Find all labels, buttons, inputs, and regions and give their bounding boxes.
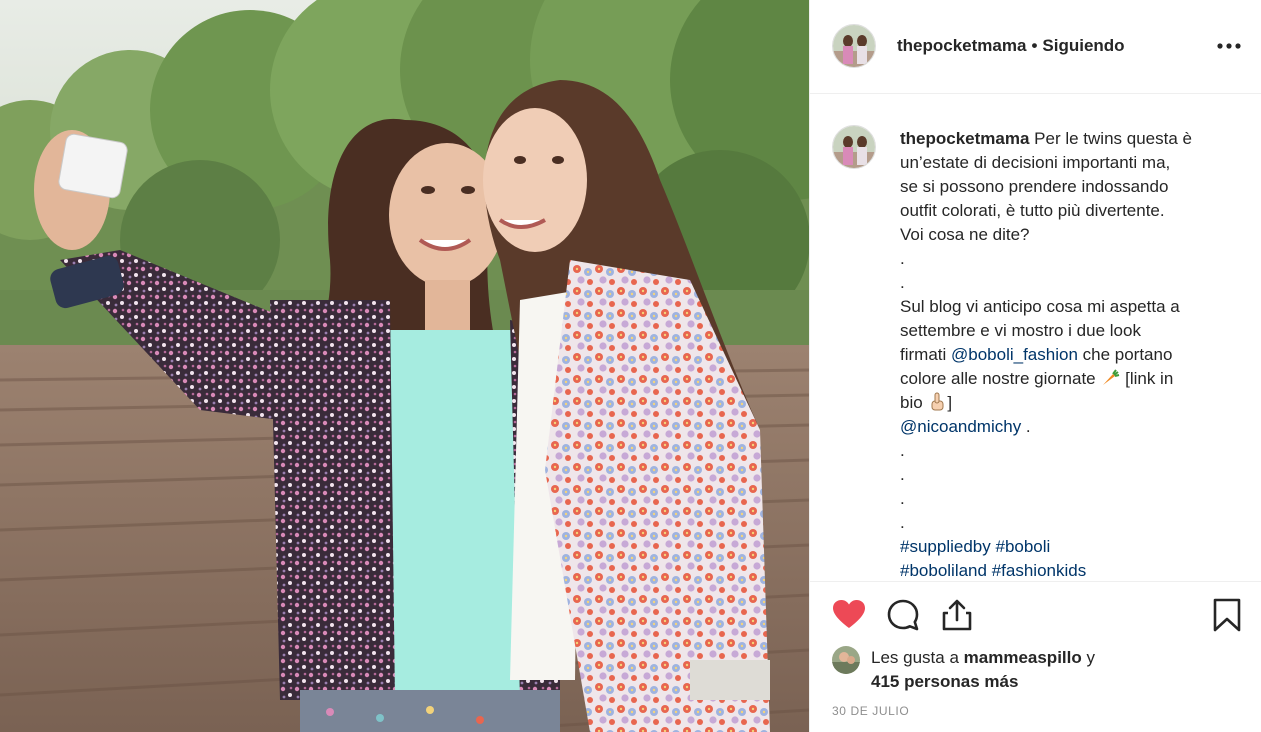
caption-line: un’estate di decisioni importanti ma, [900,153,1171,172]
action-bar [810,582,1261,642]
header-username[interactable]: thepocketmama [897,36,1026,55]
likes-summary: Les gusta a mammeaspillo y 415 personas … [832,644,1252,696]
hashtag-line: #boboliland #fashionkids [900,559,1235,581]
caption-line: Sul blog vi anticipo cosa mi aspetta a [900,297,1180,316]
header-text: thepocketmama • Siguiendo [897,36,1125,56]
caption-text: [link in [1125,369,1174,388]
more-options-icon[interactable] [1216,35,1242,57]
caption-avatar[interactable] [832,125,876,169]
carrot-emoji-icon [1103,369,1120,385]
likes-prefix: Les gusta a [871,648,959,667]
hashtag-fashionkids[interactable]: #fashionkids [992,561,1087,580]
likes-line: Les gusta a mammeaspillo y [871,646,1095,670]
caption-line: se si possono prendere indossando [900,177,1169,196]
caption-line: outfit colorati, è tutto più divertente. [900,201,1165,220]
comment-icon[interactable] [886,598,920,632]
caption-text: ] [947,393,953,412]
comments-area[interactable]: thepocketmama Per le twins questa è un’e… [810,94,1261,582]
hashtag-boboli[interactable]: #boboli [995,537,1050,556]
caption-line: bio ] [900,391,1235,415]
caption-line: firmati @boboli_fashion che portano [900,343,1235,367]
caption-line: . [900,249,905,268]
liker-avatar[interactable] [832,646,860,674]
hashtag-suppliedby[interactable]: #suppliedby [900,537,991,556]
post-photo[interactable] [0,0,809,732]
caption-line: . [900,489,905,508]
caption-line: settembre e vi mostro i due look [900,321,1141,340]
caption-text: colore alle nostre giornate [900,369,1096,388]
selfie-photo-illustration [0,0,809,732]
caption-line: Voi cosa ne dite? [900,225,1030,244]
profile-avatar[interactable] [832,24,876,68]
likes-conjunction: y [1086,648,1095,667]
caption-line: . [900,441,905,460]
caption-line: . [900,273,905,292]
post-header: thepocketmama • Siguiendo [810,0,1261,94]
liker-username[interactable]: mammeaspillo [964,648,1082,667]
caption-text: firmati [900,345,951,364]
header-separator: • [1031,36,1038,55]
caption-text: Per le twins questa è [1034,129,1192,148]
likes-others[interactable]: 415 personas más [871,670,1018,694]
following-button[interactable]: Siguiendo [1042,36,1124,55]
caption-text: bio [900,393,923,412]
mention-nicoandmichy[interactable]: @nicoandmichy [900,417,1021,436]
caption-line: colore alle nostre giornate [link in [900,367,1235,391]
post-caption: thepocketmama Per le twins questa è un’e… [900,127,1235,581]
hashtag-boboliland[interactable]: #boboliland [900,561,987,580]
caption-line: . [900,465,905,484]
share-icon[interactable] [940,598,974,632]
avatar-image [833,25,875,67]
instagram-post: thepocketmama • Siguiendo thepocketmama … [0,0,1261,732]
avatar-image [833,126,875,168]
caption-username[interactable]: thepocketmama [900,129,1029,148]
pointing-up-emoji-icon [931,392,944,411]
caption-line: . [900,513,905,532]
mention-boboli-fashion[interactable]: @boboli_fashion [951,345,1078,364]
post-date[interactable]: 30 DE JULIO [832,704,909,718]
caption-text: . [1021,417,1031,436]
post-side-panel: thepocketmama • Siguiendo thepocketmama … [809,0,1261,732]
liker-avatar-image [832,646,860,674]
caption-line: @nicoandmichy . [900,415,1235,439]
caption-text: che portano [1077,345,1173,364]
hashtag-line: #suppliedby #boboli [900,535,1235,559]
bookmark-icon[interactable] [1210,598,1244,632]
heart-filled-icon[interactable] [832,598,866,632]
caption-line: thepocketmama Per le twins questa è [900,127,1235,151]
